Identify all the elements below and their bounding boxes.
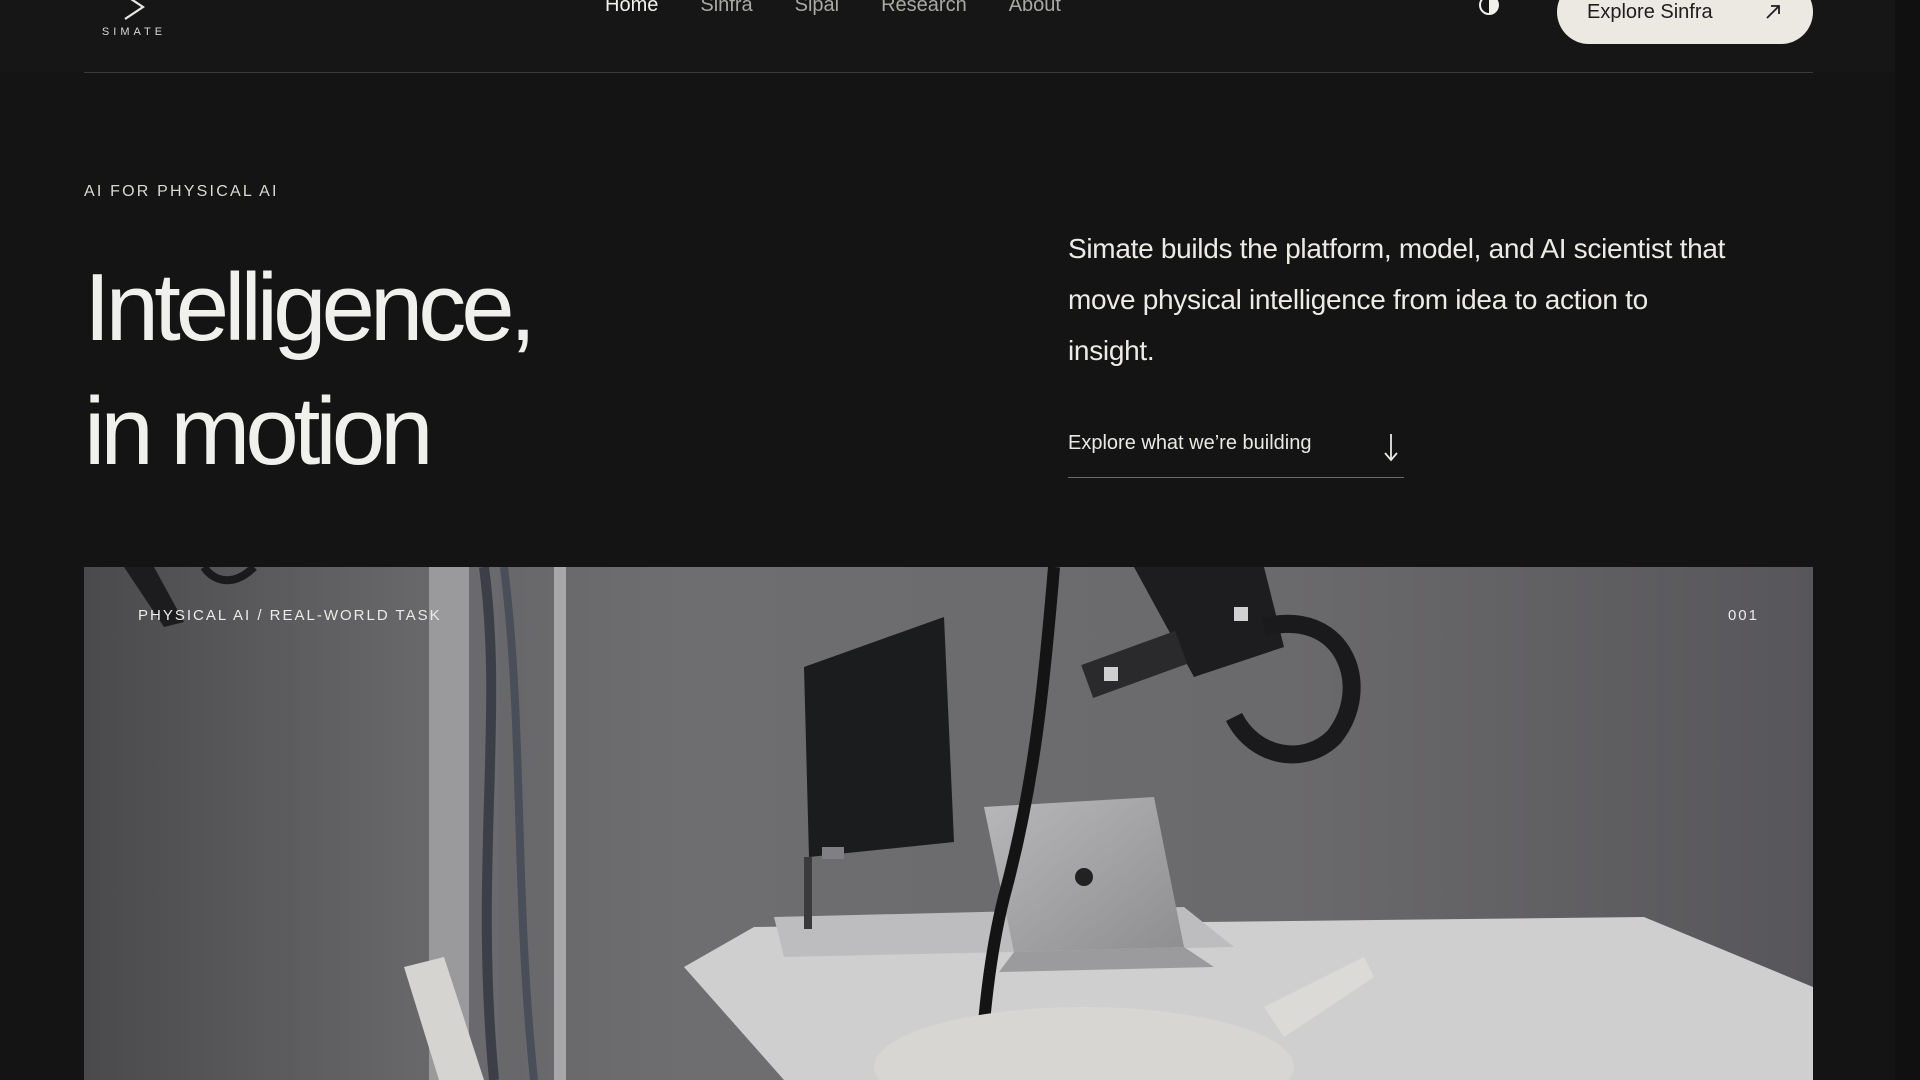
media-index: 001 — [1727, 607, 1759, 624]
contrast-icon — [1479, 0, 1499, 15]
nav-item-sinfra[interactable]: Sinfra — [700, 0, 752, 17]
headline-line-1: Intelligence, — [84, 254, 536, 361]
main-nav: Home Sinfra Sipai Research About — [605, 0, 1061, 17]
nav-item-home[interactable]: Home — [605, 0, 658, 17]
explore-building-link[interactable]: Explore what we’re building — [1068, 424, 1404, 478]
brand-wordmark: SIMATE — [101, 26, 167, 38]
arrow-down-icon — [1384, 434, 1398, 462]
hero-media: PHYSICAL AI / REAL-WORLD TASK 001 — [84, 567, 1813, 1080]
explore-link-label: Explore what we’re building — [1068, 432, 1312, 454]
nav-item-research[interactable]: Research — [881, 0, 967, 17]
hero-eyebrow: AI FOR PHYSICAL AI — [84, 183, 279, 200]
robot-lab-photo — [84, 567, 1813, 1080]
page-edge — [1895, 0, 1920, 1080]
header-divider — [84, 72, 1813, 73]
nav-item-sipai[interactable]: Sipai — [795, 0, 839, 17]
arrow-up-right-icon — [1766, 5, 1780, 19]
nav-item-about[interactable]: About — [1009, 0, 1061, 17]
page: SIMATE Home Sinfra Sipai Research About … — [0, 0, 1920, 1080]
chevron-right-logo-icon — [124, 0, 145, 20]
headline-line-2: in motion — [84, 378, 434, 485]
hero-headline: Intelligence, in motion — [84, 246, 784, 494]
media-caption: PHYSICAL AI / REAL-WORLD TASK — [138, 607, 442, 624]
site-header: SIMATE Home Sinfra Sipai Research About … — [0, 0, 1895, 72]
explore-sinfra-button[interactable]: Explore Sinfra — [1557, 0, 1813, 44]
brand-logo[interactable]: SIMATE — [92, 0, 176, 46]
cta-label: Explore Sinfra — [1587, 0, 1713, 23]
hero-description: Simate builds the platform, model, and A… — [1068, 233, 1726, 366]
theme-toggle-button[interactable] — [1478, 0, 1500, 16]
